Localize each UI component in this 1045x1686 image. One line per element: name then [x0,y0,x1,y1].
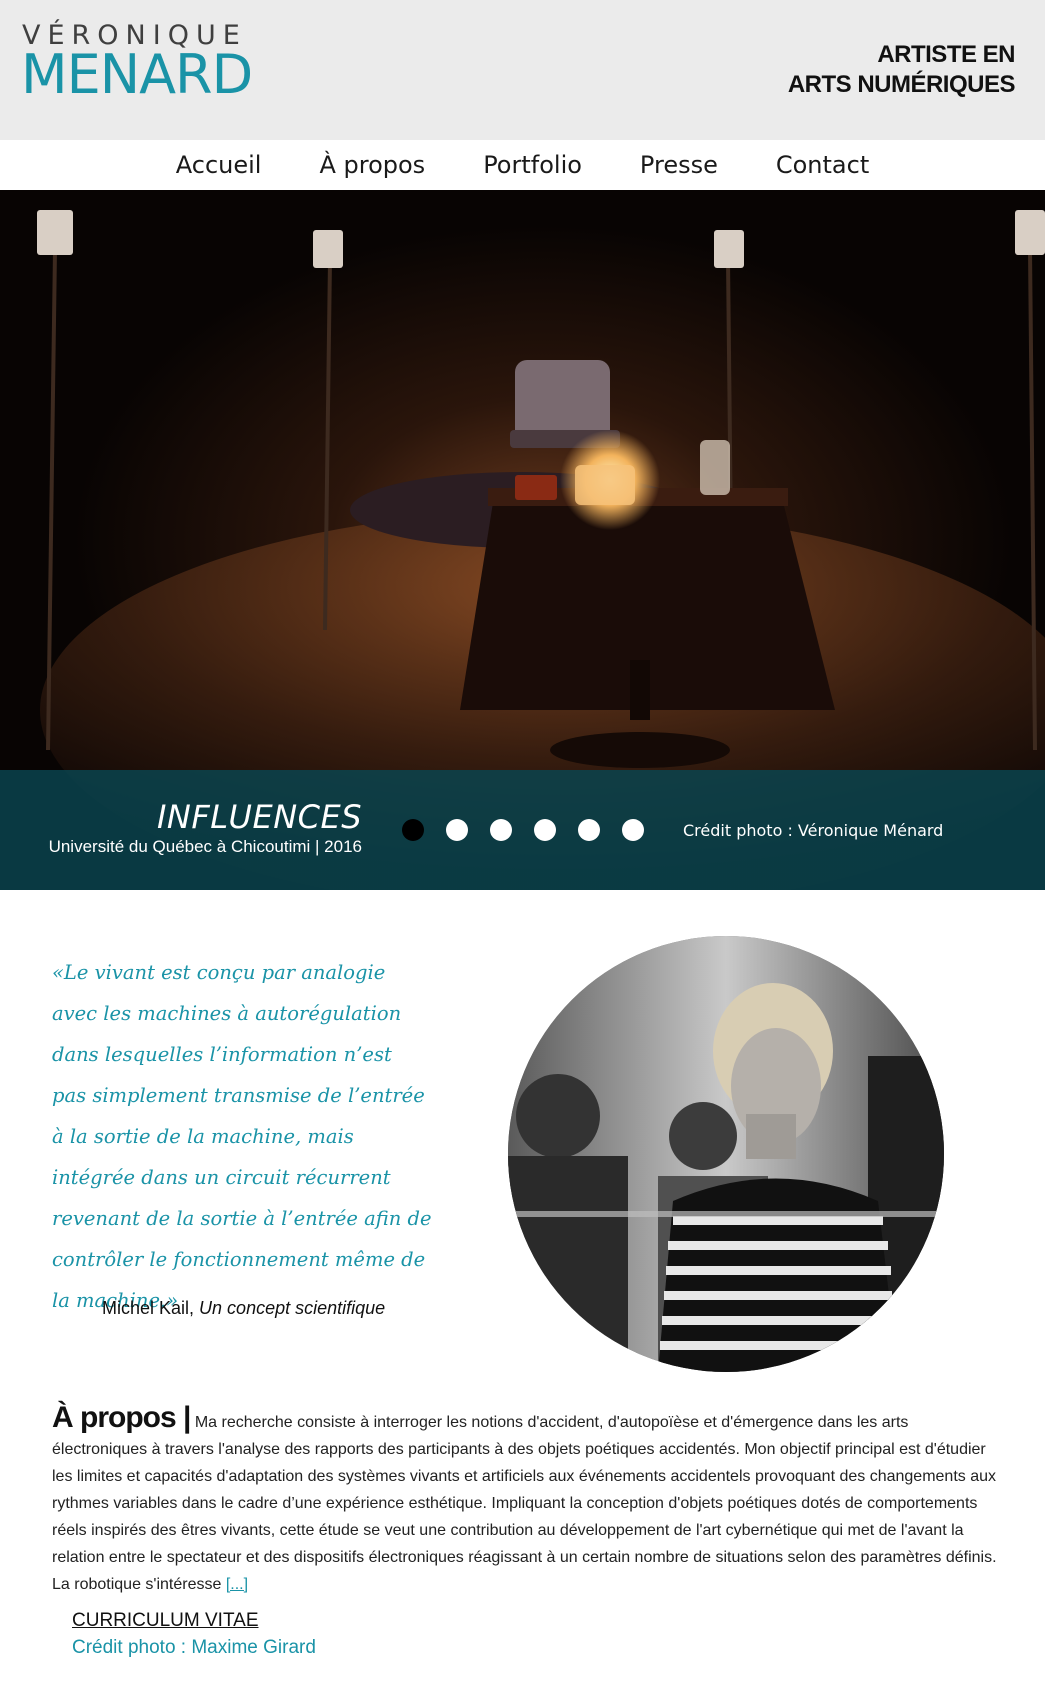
portrait-photo-credit: Crédit photo : Maxime Girard [72,1637,316,1658]
slider-dot-5[interactable] [578,819,600,841]
quote-author: Michel Kail, [102,1298,195,1318]
curriculum-vitae-link[interactable]: CURRICULUM VITAE [72,1610,259,1632]
site-tagline: ARTISTE EN ARTS NUMÉRIQUES [787,40,1016,100]
hero-slider[interactable]: INFLUENCES Université du Québec à Chicou… [0,190,1045,890]
slide-subtitle: Université du Québec à Chicoutimi | 2016 [48,837,362,856]
nav-item-accueil[interactable]: Accueil [176,151,262,179]
slider-dot-1[interactable] [402,819,424,841]
slider-pagination [402,819,644,841]
nav-item-portfolio[interactable]: Portfolio [483,151,582,179]
quote-text: «Le vivant est conçu par analogie avec l… [52,961,432,1312]
tagline-line-1: ARTISTE EN [877,41,1015,68]
slide-photo-credit: Crédit photo : Véronique Ménard [683,821,944,840]
nav-item-contact[interactable]: Contact [776,151,869,179]
logo-last-name[interactable]: MENARD [21,48,253,102]
nav-item-a-propos[interactable]: À propos [319,151,425,179]
tagline-line-2: ARTS NUMÉRIQUES [787,71,1016,98]
portrait-image [508,936,944,1372]
nav-item-presse[interactable]: Presse [640,151,718,179]
slider-dot-4[interactable] [534,819,556,841]
about-heading: À propos | [52,1401,191,1434]
slider-dot-3[interactable] [490,819,512,841]
slider-dot-6[interactable] [622,819,644,841]
slider-dot-2[interactable] [446,819,468,841]
site-header: VÉRONIQUE MENARD ARTISTE EN ARTS NUMÉRIQ… [0,0,1045,140]
portrait-photo [508,936,944,1372]
about-text: Ma recherche consiste à interroger les n… [52,1414,997,1593]
main-nav: Accueil À propos Portfolio Presse Contac… [0,140,1045,190]
quote-work-title: Un concept scientifique [199,1298,386,1318]
quote-attribution: Michel Kail, Un concept scientifique [102,1298,385,1319]
read-more-link[interactable]: [...] [226,1576,248,1593]
about-section: À propos | Ma recherche consiste à inter… [52,1401,997,1598]
slide-title: INFLUENCES [156,798,362,836]
